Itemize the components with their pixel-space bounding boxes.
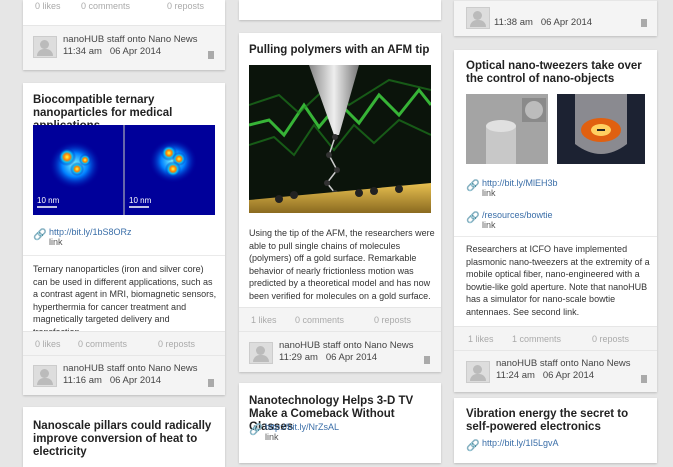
board-link[interactable]: Nano News xyxy=(364,340,413,351)
reposts-count[interactable]: 0 reposts xyxy=(158,339,195,349)
footer-attribution: nanoHUB staff onto Nano News xyxy=(63,34,198,45)
card-title[interactable]: Nanoscale pillars could radically improv… xyxy=(33,420,219,459)
link-icon: 🔗 xyxy=(466,440,480,452)
card-description: Ternary nanoparticles (iron and silver c… xyxy=(33,264,217,337)
card-description: Researchers at ICFO have implemented pla… xyxy=(466,244,650,317)
afm-tip-image xyxy=(249,65,431,213)
card-footer: nanoHUB staff onto Nano News 11:24 am 06… xyxy=(454,350,657,392)
link-url[interactable]: /resources/bowtie xyxy=(482,210,553,220)
scale-label-right: 10 nm xyxy=(129,196,152,205)
card-vibration-energy: Vibration energy the secret to self-powe… xyxy=(454,398,657,463)
card-footer: nanoHUB staff onto Nano News 11:29 am 06… xyxy=(239,331,441,372)
link-row[interactable]: 🔗 http://bit.ly/1I5LgvA xyxy=(466,438,559,452)
link-row-2[interactable]: 🔗 /resources/bowtie link xyxy=(466,210,553,230)
user-link[interactable]: nanoHUB staff xyxy=(63,34,125,45)
card-previous: 0 likes 0 comments 0 reposts nanoHUB sta… xyxy=(23,0,225,70)
card-previous-col3: 11:38 am 06 Apr 2014 xyxy=(454,0,657,36)
card-image-left[interactable] xyxy=(466,94,548,164)
comments-count[interactable]: 1 comments xyxy=(512,334,561,344)
comments-count[interactable]: 0 comments xyxy=(78,339,127,349)
card-ternary-nanoparticles: Biocompatible ternary nanoparticles for … xyxy=(23,83,225,395)
footer-timestamp: 11:16 am 06 Apr 2014 xyxy=(63,375,162,386)
reposts-count[interactable]: 0 reposts xyxy=(167,1,204,11)
card-footer: nanoHUB staff onto Nano News 11:34 am 06… xyxy=(23,25,225,70)
fiber-sem-image-left xyxy=(466,94,548,164)
link-label[interactable]: link xyxy=(482,220,553,230)
avatar[interactable] xyxy=(249,342,273,364)
card-stats: 0 likes 0 comments 0 reposts xyxy=(23,331,225,356)
footer-attribution: nanoHUB staff onto Nano News xyxy=(279,340,414,351)
fiber-optical-image-right xyxy=(557,94,645,164)
link-url[interactable]: http://bit.ly/MlEH3b xyxy=(482,178,558,188)
card-footer: 11:38 am 06 Apr 2014 xyxy=(454,0,657,36)
card-image[interactable]: 10 nm 10 nm xyxy=(33,125,215,215)
footer-attribution: nanoHUB staff onto Nano News xyxy=(63,363,198,374)
likes-count[interactable]: 1 likes xyxy=(468,334,494,344)
link-row[interactable]: 🔗 http://bit.ly/NrZsAL link xyxy=(249,422,339,442)
footer-attribution: nanoHUB staff onto Nano News xyxy=(496,358,631,369)
avatar[interactable] xyxy=(466,361,490,383)
scale-label-left: 10 nm xyxy=(37,196,60,205)
card-stats: 1 likes 1 comments 0 reposts xyxy=(454,326,657,351)
link-row[interactable]: 🔗 http://bit.ly/1bS8ORz link xyxy=(33,227,132,247)
user-link[interactable]: nanoHUB staff xyxy=(496,358,558,369)
likes-count[interactable]: 1 likes xyxy=(251,315,277,325)
link-label[interactable]: link xyxy=(265,432,339,442)
reposts-count[interactable]: 0 reposts xyxy=(374,315,411,325)
divider xyxy=(454,236,657,237)
likes-count[interactable]: 0 likes xyxy=(35,339,61,349)
link-url[interactable]: http://bit.ly/1bS8ORz xyxy=(49,227,132,237)
user-link[interactable]: nanoHUB staff xyxy=(63,363,125,374)
document-icon[interactable] xyxy=(208,51,214,59)
card-afm-polymers: Pulling polymers with an AFM tip Using t… xyxy=(239,33,441,372)
reposts-count[interactable]: 0 reposts xyxy=(592,334,629,344)
document-icon[interactable] xyxy=(641,375,647,383)
card-previous-col2 xyxy=(239,0,441,20)
card-title[interactable]: Pulling polymers with an AFM tip xyxy=(249,44,435,57)
footer-timestamp: 11:34 am 06 Apr 2014 xyxy=(63,46,162,57)
avatar[interactable] xyxy=(33,365,57,387)
link-icon: 🔗 xyxy=(466,180,480,192)
board-link[interactable]: Nano News xyxy=(148,363,197,374)
nanoparticle-image xyxy=(33,125,215,215)
link-url[interactable]: http://bit.ly/1I5LgvA xyxy=(482,438,559,448)
card-stats: 0 likes 0 comments 0 reposts xyxy=(35,1,204,11)
card-footer: nanoHUB staff onto Nano News 11:16 am 06… xyxy=(23,355,225,395)
board-link[interactable]: Nano News xyxy=(581,358,630,369)
card-nano-tweezers: Optical nano-tweezers take over the cont… xyxy=(454,50,657,392)
comments-count[interactable]: 0 comments xyxy=(295,315,344,325)
link-icon: 🔗 xyxy=(466,212,480,224)
board-link[interactable]: Nano News xyxy=(148,34,197,45)
footer-timestamp: 11:38 am 06 Apr 2014 xyxy=(494,17,593,28)
card-title[interactable]: Vibration energy the secret to self-powe… xyxy=(466,408,652,434)
card-description: Using the tip of the AFM, the researcher… xyxy=(249,228,435,301)
card-image[interactable] xyxy=(249,65,431,213)
user-link[interactable]: nanoHUB staff xyxy=(279,340,341,351)
likes-count[interactable]: 0 likes xyxy=(35,1,81,11)
card-image-right[interactable] xyxy=(557,94,645,164)
document-icon[interactable] xyxy=(208,379,214,387)
link-label[interactable]: link xyxy=(482,188,558,198)
card-nanoscale-pillars: Nanoscale pillars could radically improv… xyxy=(23,407,225,467)
avatar[interactable] xyxy=(466,7,490,29)
link-row-1[interactable]: 🔗 http://bit.ly/MlEH3b link xyxy=(466,178,558,198)
avatar[interactable] xyxy=(33,36,57,58)
document-icon[interactable] xyxy=(641,19,647,27)
card-title[interactable]: Optical nano-tweezers take over the cont… xyxy=(466,60,652,86)
card-3d-tv: Nanotechnology Helps 3-D TV Make a Comeb… xyxy=(239,383,441,463)
footer-timestamp: 11:29 am 06 Apr 2014 xyxy=(279,352,378,363)
document-icon[interactable] xyxy=(424,356,430,364)
link-url[interactable]: http://bit.ly/NrZsAL xyxy=(265,422,339,432)
link-label[interactable]: link xyxy=(49,237,132,247)
comments-count[interactable]: 0 comments xyxy=(81,1,167,11)
link-icon: 🔗 xyxy=(249,424,263,436)
footer-timestamp: 11:24 am 06 Apr 2014 xyxy=(496,370,595,381)
divider xyxy=(23,255,225,256)
card-stats: 1 likes 0 comments 0 reposts xyxy=(239,307,441,332)
link-icon: 🔗 xyxy=(33,229,47,241)
